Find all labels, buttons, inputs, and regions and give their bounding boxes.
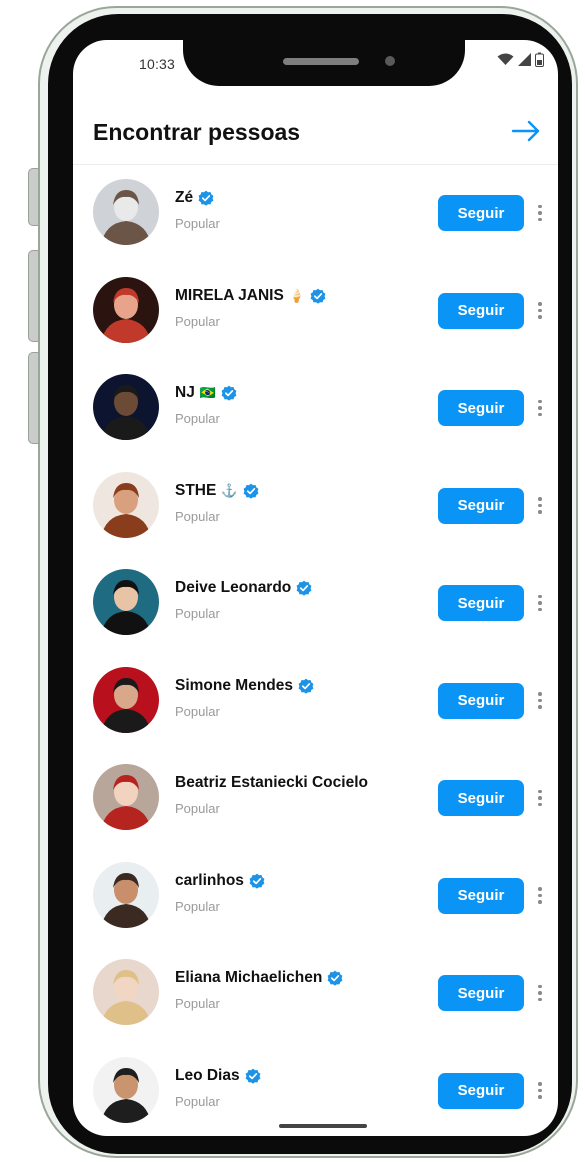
user-subtitle: Popular: [175, 801, 220, 816]
wifi-icon: [497, 53, 514, 65]
follow-button[interactable]: Seguir: [438, 975, 524, 1011]
user-name[interactable]: Deive Leonardo: [175, 579, 291, 597]
name-line: Leo Dias: [175, 1067, 261, 1085]
avatar[interactable]: [93, 276, 159, 343]
list-item: Deive Leonardo Popular Seguir: [73, 557, 558, 655]
avatar[interactable]: [93, 764, 159, 830]
list-item: Beatriz Estaniecki Cocielo Popular Segui…: [73, 752, 558, 850]
list-item: MIRELA JANIS 🍦 Popular Seguir: [73, 265, 558, 363]
list-item: STHE ⚓ Popular Seguir: [73, 460, 558, 558]
user-subtitle: Popular: [175, 1093, 220, 1109]
avatar[interactable]: [93, 959, 159, 1025]
verified-badge-icon: [298, 678, 314, 694]
page-title: Encontrar pessoas: [93, 119, 301, 145]
user-name[interactable]: Eliana Michaelichen: [175, 969, 322, 987]
battery-icon: [535, 52, 544, 67]
list-item: carlinhos Popular Seguir: [73, 850, 558, 948]
user-name[interactable]: Zé: [175, 189, 193, 207]
user-subtitle: Popular: [175, 703, 220, 719]
user-name[interactable]: carlinhos: [175, 872, 244, 890]
verified-badge-icon: [243, 483, 258, 499]
name-emoji: ⚓: [221, 482, 238, 498]
name-line: Beatriz Estaniecki Cocielo: [175, 774, 368, 792]
follow-button[interactable]: Seguir: [438, 682, 524, 719]
user-subtitle: Popular: [175, 411, 220, 426]
verified-badge-icon: [296, 580, 312, 596]
name-line: Simone Mendes: [175, 677, 314, 695]
list-item: Simone Mendes Popular Seguir: [73, 655, 558, 753]
name-line: Deive Leonardo: [175, 579, 312, 597]
verified-badge-icon: [221, 385, 237, 401]
follow-button[interactable]: Seguir: [438, 585, 524, 621]
list-item: Zé Popular Seguir: [73, 167, 558, 265]
name-line: MIRELA JANIS 🍦: [175, 287, 326, 305]
list-item: NJ 🇧🇷 Popular Seguir: [73, 362, 558, 460]
status-time: 10:33: [139, 56, 176, 72]
more-options-icon[interactable]: [533, 1075, 547, 1107]
name-line: Eliana Michaelichen: [175, 969, 343, 987]
name-emoji: 🍦: [288, 287, 305, 303]
more-options-icon[interactable]: [533, 490, 547, 522]
user-subtitle: Popular: [175, 216, 220, 231]
status-icons: [497, 52, 544, 67]
front-camera: [385, 56, 395, 66]
user-name[interactable]: Simone Mendes: [175, 677, 293, 695]
user-subtitle: Popular: [175, 898, 220, 914]
signal-icon: [518, 53, 531, 66]
user-subtitle: Popular: [175, 606, 220, 621]
more-options-icon[interactable]: [533, 392, 547, 424]
avatar[interactable]: [93, 374, 159, 440]
name-line: NJ 🇧🇷: [175, 384, 237, 402]
more-options-icon[interactable]: [533, 295, 547, 327]
user-subtitle: Popular: [175, 996, 220, 1011]
more-options-icon[interactable]: [533, 977, 547, 1009]
follow-button[interactable]: Seguir: [438, 780, 524, 816]
follow-button[interactable]: Seguir: [438, 877, 524, 914]
page-header: Encontrar pessoas: [73, 102, 558, 165]
verified-badge-icon: [198, 190, 214, 206]
notch: [183, 40, 465, 86]
arrow-right-icon[interactable]: [510, 116, 542, 146]
avatar[interactable]: [93, 861, 159, 928]
phone-screen: 10:33 Encontrar pessoas Zé Popular Segui…: [73, 40, 558, 1136]
follow-button[interactable]: Seguir: [438, 195, 524, 231]
more-options-icon[interactable]: [533, 685, 547, 717]
verified-badge-icon: [245, 1068, 261, 1084]
avatar[interactable]: [93, 666, 159, 733]
user-name[interactable]: STHE: [175, 482, 216, 500]
list-item: Leo Dias Popular Seguir: [73, 1045, 558, 1137]
avatar[interactable]: [93, 179, 159, 245]
more-options-icon[interactable]: [533, 782, 547, 814]
user-name[interactable]: MIRELA JANIS: [175, 287, 284, 305]
follow-button[interactable]: Seguir: [438, 390, 524, 426]
user-subtitle: Popular: [175, 313, 220, 329]
avatar[interactable]: [93, 569, 159, 635]
more-options-icon[interactable]: [533, 587, 547, 619]
avatar[interactable]: [93, 1056, 159, 1123]
follow-button[interactable]: Seguir: [438, 292, 524, 329]
follow-button[interactable]: Seguir: [438, 1072, 524, 1109]
home-indicator[interactable]: [279, 1124, 367, 1128]
user-name[interactable]: Beatriz Estaniecki Cocielo: [175, 774, 368, 792]
name-line: carlinhos: [175, 872, 265, 890]
verified-badge-icon: [310, 288, 326, 304]
user-name[interactable]: NJ: [175, 384, 195, 402]
follow-button[interactable]: Seguir: [438, 487, 524, 524]
avatar[interactable]: [93, 471, 159, 538]
name-line: STHE ⚓: [175, 482, 259, 500]
name-line: Zé: [175, 189, 214, 207]
verified-badge-icon: [327, 970, 343, 986]
people-list: Zé Popular Seguir MIRELA JANIS 🍦 Popular…: [73, 167, 558, 1136]
user-name[interactable]: Leo Dias: [175, 1067, 240, 1085]
verified-badge-icon: [249, 873, 265, 889]
more-options-icon[interactable]: [533, 880, 547, 912]
more-options-icon[interactable]: [533, 197, 547, 229]
name-emoji: 🇧🇷: [199, 385, 217, 400]
list-item: Eliana Michaelichen Popular Seguir: [73, 947, 558, 1045]
speaker-grille: [283, 58, 359, 65]
user-subtitle: Popular: [175, 508, 220, 524]
